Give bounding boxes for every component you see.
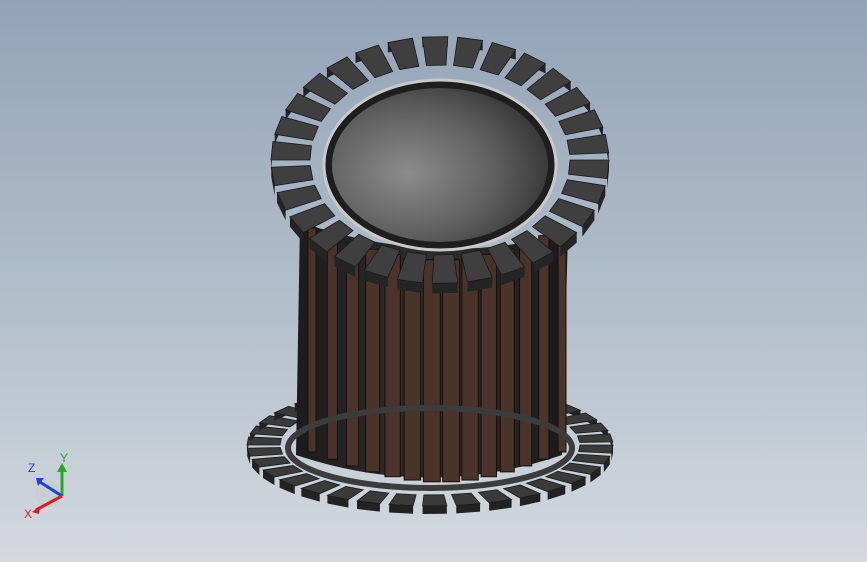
triad-x-label: X bbox=[24, 507, 32, 521]
pole-tip bbox=[453, 36, 484, 69]
pole-tip bbox=[246, 447, 284, 457]
pole-tip bbox=[576, 433, 614, 443]
pole-tip bbox=[251, 456, 291, 468]
winding-slot bbox=[557, 227, 567, 453]
pole-tip bbox=[558, 109, 604, 136]
pole-tip bbox=[388, 493, 417, 507]
pole-tip bbox=[578, 444, 614, 454]
pole-tip bbox=[276, 184, 322, 211]
pole-tip bbox=[274, 115, 319, 141]
pole-tip bbox=[387, 37, 420, 71]
pole-tip-side bbox=[432, 282, 458, 294]
winding-slot bbox=[307, 227, 317, 453]
triad-x-arrow bbox=[32, 506, 40, 514]
pole-tip bbox=[249, 425, 289, 437]
pole-tip bbox=[450, 492, 481, 506]
pole-tip bbox=[270, 141, 312, 161]
stator-model[interactable] bbox=[0, 0, 867, 562]
graphics-viewport[interactable]: Y Z X bbox=[0, 0, 867, 562]
pole-tip bbox=[571, 453, 611, 465]
pole-tip bbox=[270, 165, 314, 187]
coordinate-triad: Y Z X bbox=[24, 452, 68, 521]
pole-tip bbox=[431, 254, 459, 284]
pole-tip bbox=[566, 133, 610, 155]
winding-slot bbox=[345, 242, 360, 467]
pole-tip-side bbox=[422, 505, 447, 514]
triad-y-label: Y bbox=[60, 452, 68, 465]
pole-tip bbox=[561, 179, 606, 205]
bore-opening bbox=[332, 88, 548, 242]
pole-tip bbox=[422, 494, 448, 507]
winding-slot bbox=[326, 235, 338, 460]
triad-z-label: Z bbox=[28, 461, 35, 475]
pole-tip bbox=[421, 36, 449, 66]
pole-tip bbox=[355, 490, 390, 505]
pole-tip bbox=[568, 159, 610, 179]
